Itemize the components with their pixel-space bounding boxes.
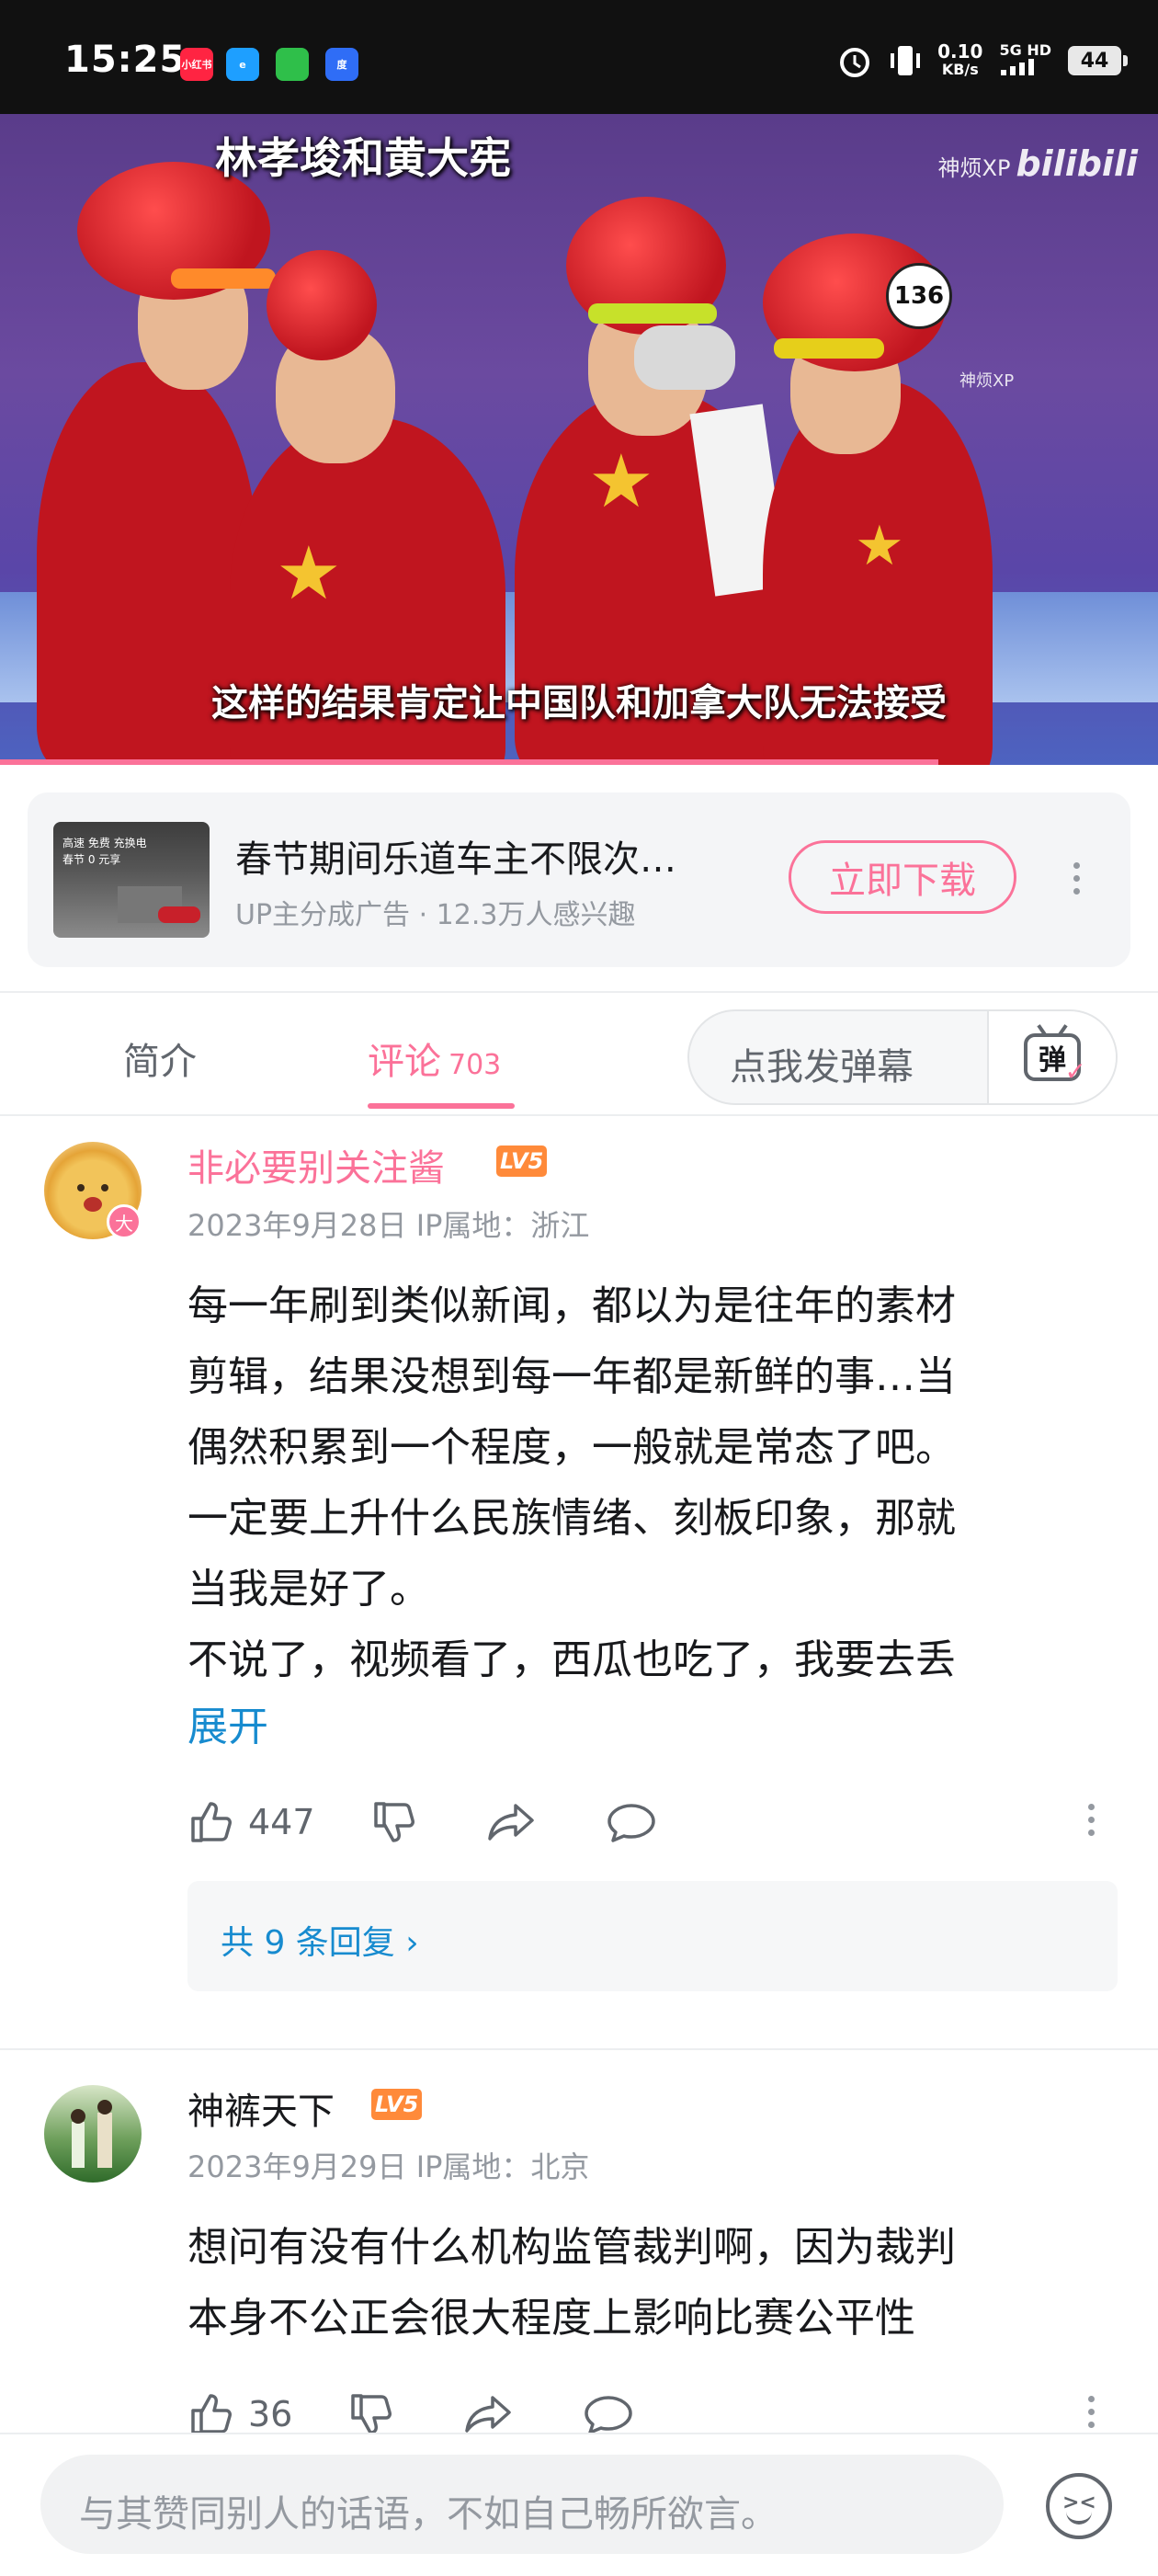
replies-link[interactable]: 共 9 条回复 › bbox=[187, 1881, 1118, 1991]
expand-link[interactable]: 展开 bbox=[187, 1693, 268, 1752]
level-badge: LV5 bbox=[371, 2089, 423, 2120]
share-icon bbox=[465, 2396, 512, 2433]
like-count: 447 bbox=[248, 1802, 315, 1842]
comment-input-placeholder: 与其赞同别人的话语，不如自己畅所欲言。 bbox=[79, 2493, 778, 2536]
share-button[interactable] bbox=[463, 2390, 528, 2438]
ad-thumbnail: 高速 免费 充换电 春节 0 元享 bbox=[53, 822, 210, 938]
alarm-icon bbox=[840, 48, 870, 77]
share-button[interactable] bbox=[486, 1798, 551, 1846]
comment-username[interactable]: 非必要别关注酱 bbox=[187, 1138, 445, 1191]
fruit-app-icon bbox=[276, 48, 309, 81]
fist-bump bbox=[634, 325, 735, 390]
thumbs-down-icon bbox=[351, 2394, 392, 2434]
skater-helmet bbox=[267, 250, 377, 360]
user-badge: 大 bbox=[107, 1204, 142, 1239]
ad-card[interactable]: 高速 免费 充换电 春节 0 元享 春节期间乐道车主不限次… UP主分成广告 ·… bbox=[28, 792, 1130, 967]
comment-meta: 2023年9月29日 IP属地：北京 bbox=[187, 2149, 590, 2184]
comment-input[interactable]: 与其赞同别人的话语，不如自己畅所欲言。 bbox=[40, 2455, 1004, 2554]
like-count: 36 bbox=[248, 2394, 293, 2434]
status-time: 15:25 bbox=[64, 39, 187, 81]
more-options-icon[interactable] bbox=[1088, 1804, 1096, 1842]
video-subtitle: 这样的结果肯定让中国队和加拿大队无法接受 bbox=[211, 682, 947, 724]
comment-input-bar: 与其赞同别人的话语，不如自己畅所欲言。 >< bbox=[0, 2433, 1158, 2576]
skater-goggles bbox=[171, 268, 276, 289]
danmaku-input[interactable]: 点我发弹幕 弹 ✓ bbox=[687, 1009, 1118, 1105]
video-title-overlay: 林孝埈和黄大宪 bbox=[215, 133, 511, 183]
star-emblem: ★ bbox=[855, 514, 904, 578]
level-badge: LV5 bbox=[496, 1146, 548, 1177]
video-player[interactable]: ★ ★ 136 ★ 林孝埈和黄大宪 神烦XP bilibili 神烦XP 这样的结… bbox=[0, 114, 1158, 765]
tab-bar: 简介 评论 703 点我发弹幕 弹 ✓ bbox=[0, 991, 1158, 1116]
avatar[interactable] bbox=[44, 2085, 142, 2183]
video-watermark-small: 神烦XP bbox=[959, 371, 1015, 391]
reply-button[interactable] bbox=[606, 1798, 670, 1846]
reply-button[interactable] bbox=[583, 2390, 647, 2438]
danmaku-placeholder: 点我发弹幕 bbox=[730, 1046, 914, 1089]
signal-indicator: 5G HD bbox=[999, 42, 1051, 79]
signal-bars-icon bbox=[1001, 59, 1035, 75]
emoji-icon[interactable]: >< bbox=[1046, 2473, 1112, 2539]
skater-goggles bbox=[774, 338, 884, 359]
avatar-figure-icon bbox=[71, 2100, 112, 2168]
baidu-app-icon: 度 bbox=[325, 48, 358, 81]
more-options-icon[interactable] bbox=[1088, 2396, 1096, 2434]
dislike-button[interactable] bbox=[347, 2390, 408, 2438]
thumbs-up-icon bbox=[191, 2394, 232, 2434]
video-watermark: 神烦XP bilibili bbox=[937, 143, 1138, 184]
comment-username[interactable]: 神裤天下 bbox=[187, 2081, 335, 2135]
comment-divider bbox=[0, 2048, 1158, 2050]
like-button[interactable]: 447 bbox=[187, 1798, 315, 1846]
chick-face-icon bbox=[77, 1184, 108, 1212]
dislike-button[interactable] bbox=[370, 1798, 431, 1846]
skater-goggles bbox=[588, 303, 717, 324]
video-progress-bar[interactable] bbox=[0, 759, 938, 765]
share-icon bbox=[487, 1804, 534, 1841]
comment-bubble-icon bbox=[585, 2396, 633, 2434]
thumbs-down-icon bbox=[373, 1802, 414, 1842]
xiaohongshu-app-icon: 小红书 bbox=[180, 48, 213, 81]
like-button[interactable]: 36 bbox=[187, 2390, 292, 2438]
active-tab-indicator bbox=[368, 1103, 515, 1109]
comment-meta: 2023年9月28日 IP属地：浙江 bbox=[187, 1208, 590, 1243]
battery-icon: 44 bbox=[1068, 46, 1128, 75]
ad-meta: UP主分成广告 · 12.3万人感兴趣 bbox=[235, 899, 636, 931]
danmaku-toggle-button[interactable]: 弹 ✓ bbox=[987, 1011, 1116, 1103]
comment-body: 想问有没有什么机构监管裁判啊，因为裁判 本身不公正会很大程度上影响比赛公平性 bbox=[187, 2224, 956, 2342]
comment-body: 每一年刷到类似新闻，都以为是往年的素材 剪辑，结果没想到每一年都是新鲜的事…当 … bbox=[187, 1282, 956, 1683]
thumbs-up-icon bbox=[191, 1802, 232, 1842]
status-bar: 15:25 小红书 e 度 0.10 KB/s 5G HD 44 bbox=[0, 0, 1158, 114]
star-emblem: ★ bbox=[276, 530, 342, 616]
tab-comments[interactable]: 评论 703 bbox=[368, 1032, 501, 1085]
browser-app-icon: e bbox=[226, 48, 259, 81]
comment-actions: 447 bbox=[187, 1795, 725, 1850]
tab-intro[interactable]: 简介 bbox=[123, 1032, 197, 1085]
star-emblem: ★ bbox=[588, 439, 654, 524]
download-button[interactable]: 立即下载 bbox=[789, 840, 1016, 914]
ad-more-icon[interactable] bbox=[1073, 862, 1081, 901]
status-right-group: 0.10 KB/s 5G HD 44 bbox=[836, 40, 1128, 79]
comment-bubble-icon bbox=[607, 1804, 655, 1842]
ad-title: 春节期间乐道车主不限次… bbox=[235, 838, 676, 881]
comments-count: 703 bbox=[448, 1049, 502, 1081]
danmaku-tv-icon: 弹 ✓ bbox=[1024, 1033, 1086, 1087]
vibrate-icon bbox=[891, 46, 921, 75]
helmet-number-badge: 136 bbox=[886, 263, 952, 329]
network-speed: 0.10 KB/s bbox=[937, 40, 983, 78]
